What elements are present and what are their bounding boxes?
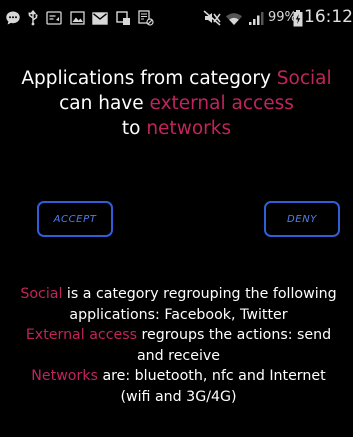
category-name: Social bbox=[276, 68, 332, 89]
info-line: (wifi and 3G/4G) bbox=[120, 388, 237, 405]
access-type: external access bbox=[149, 93, 294, 114]
usb-icon bbox=[26, 9, 40, 27]
info-line: Networks are: bluetooth, nfc and Interne… bbox=[6, 366, 351, 387]
status-bar: 99% 16:12 bbox=[0, 0, 353, 36]
info-text-span: are: bluetooth, nfc and Internet bbox=[97, 368, 326, 384]
heading-text: Applications from category bbox=[21, 68, 277, 89]
mail-icon bbox=[91, 9, 109, 27]
heading-text: can have bbox=[59, 93, 150, 114]
social-term: Social bbox=[20, 286, 63, 302]
battery-charging-icon bbox=[293, 9, 303, 27]
info-text: Social is a category regrouping the foll… bbox=[6, 284, 351, 407]
image-icon bbox=[68, 9, 86, 27]
networks-term: Networks bbox=[31, 368, 98, 384]
info-text-span: regroups the actions: send bbox=[137, 327, 332, 343]
voicemail-icon bbox=[45, 9, 63, 27]
info-line: and receive bbox=[136, 347, 221, 364]
info-line: applications: Facebook, Twitter bbox=[69, 306, 288, 323]
resource-name: networks bbox=[146, 118, 232, 139]
heading-line-2: can have external access bbox=[0, 91, 353, 116]
chat-bubble-icon bbox=[4, 9, 22, 27]
blocked-app-icon bbox=[137, 9, 155, 27]
signal-icon bbox=[247, 9, 265, 27]
heading-text: to bbox=[121, 118, 147, 139]
heading-line-1: Applications from category Social bbox=[0, 66, 353, 91]
heading-line-3: to networks bbox=[0, 116, 353, 141]
screen-share-icon bbox=[114, 9, 132, 27]
accept-button[interactable]: ACCEPT bbox=[37, 201, 113, 237]
mute-icon bbox=[202, 9, 222, 27]
info-line: Social is a category regrouping the foll… bbox=[6, 284, 351, 305]
permission-heading: Applications from category Social can ha… bbox=[0, 66, 353, 141]
info-text-span: is a category regrouping the following bbox=[62, 286, 337, 302]
deny-button[interactable]: DENY bbox=[264, 201, 340, 237]
external-access-term: External access bbox=[25, 327, 138, 343]
info-line: External access regroups the actions: se… bbox=[6, 325, 351, 346]
wifi-icon bbox=[224, 9, 244, 27]
clock: 16:12 bbox=[304, 7, 353, 27]
app-screen: 99% 16:12 Applications from category Soc… bbox=[0, 0, 353, 437]
